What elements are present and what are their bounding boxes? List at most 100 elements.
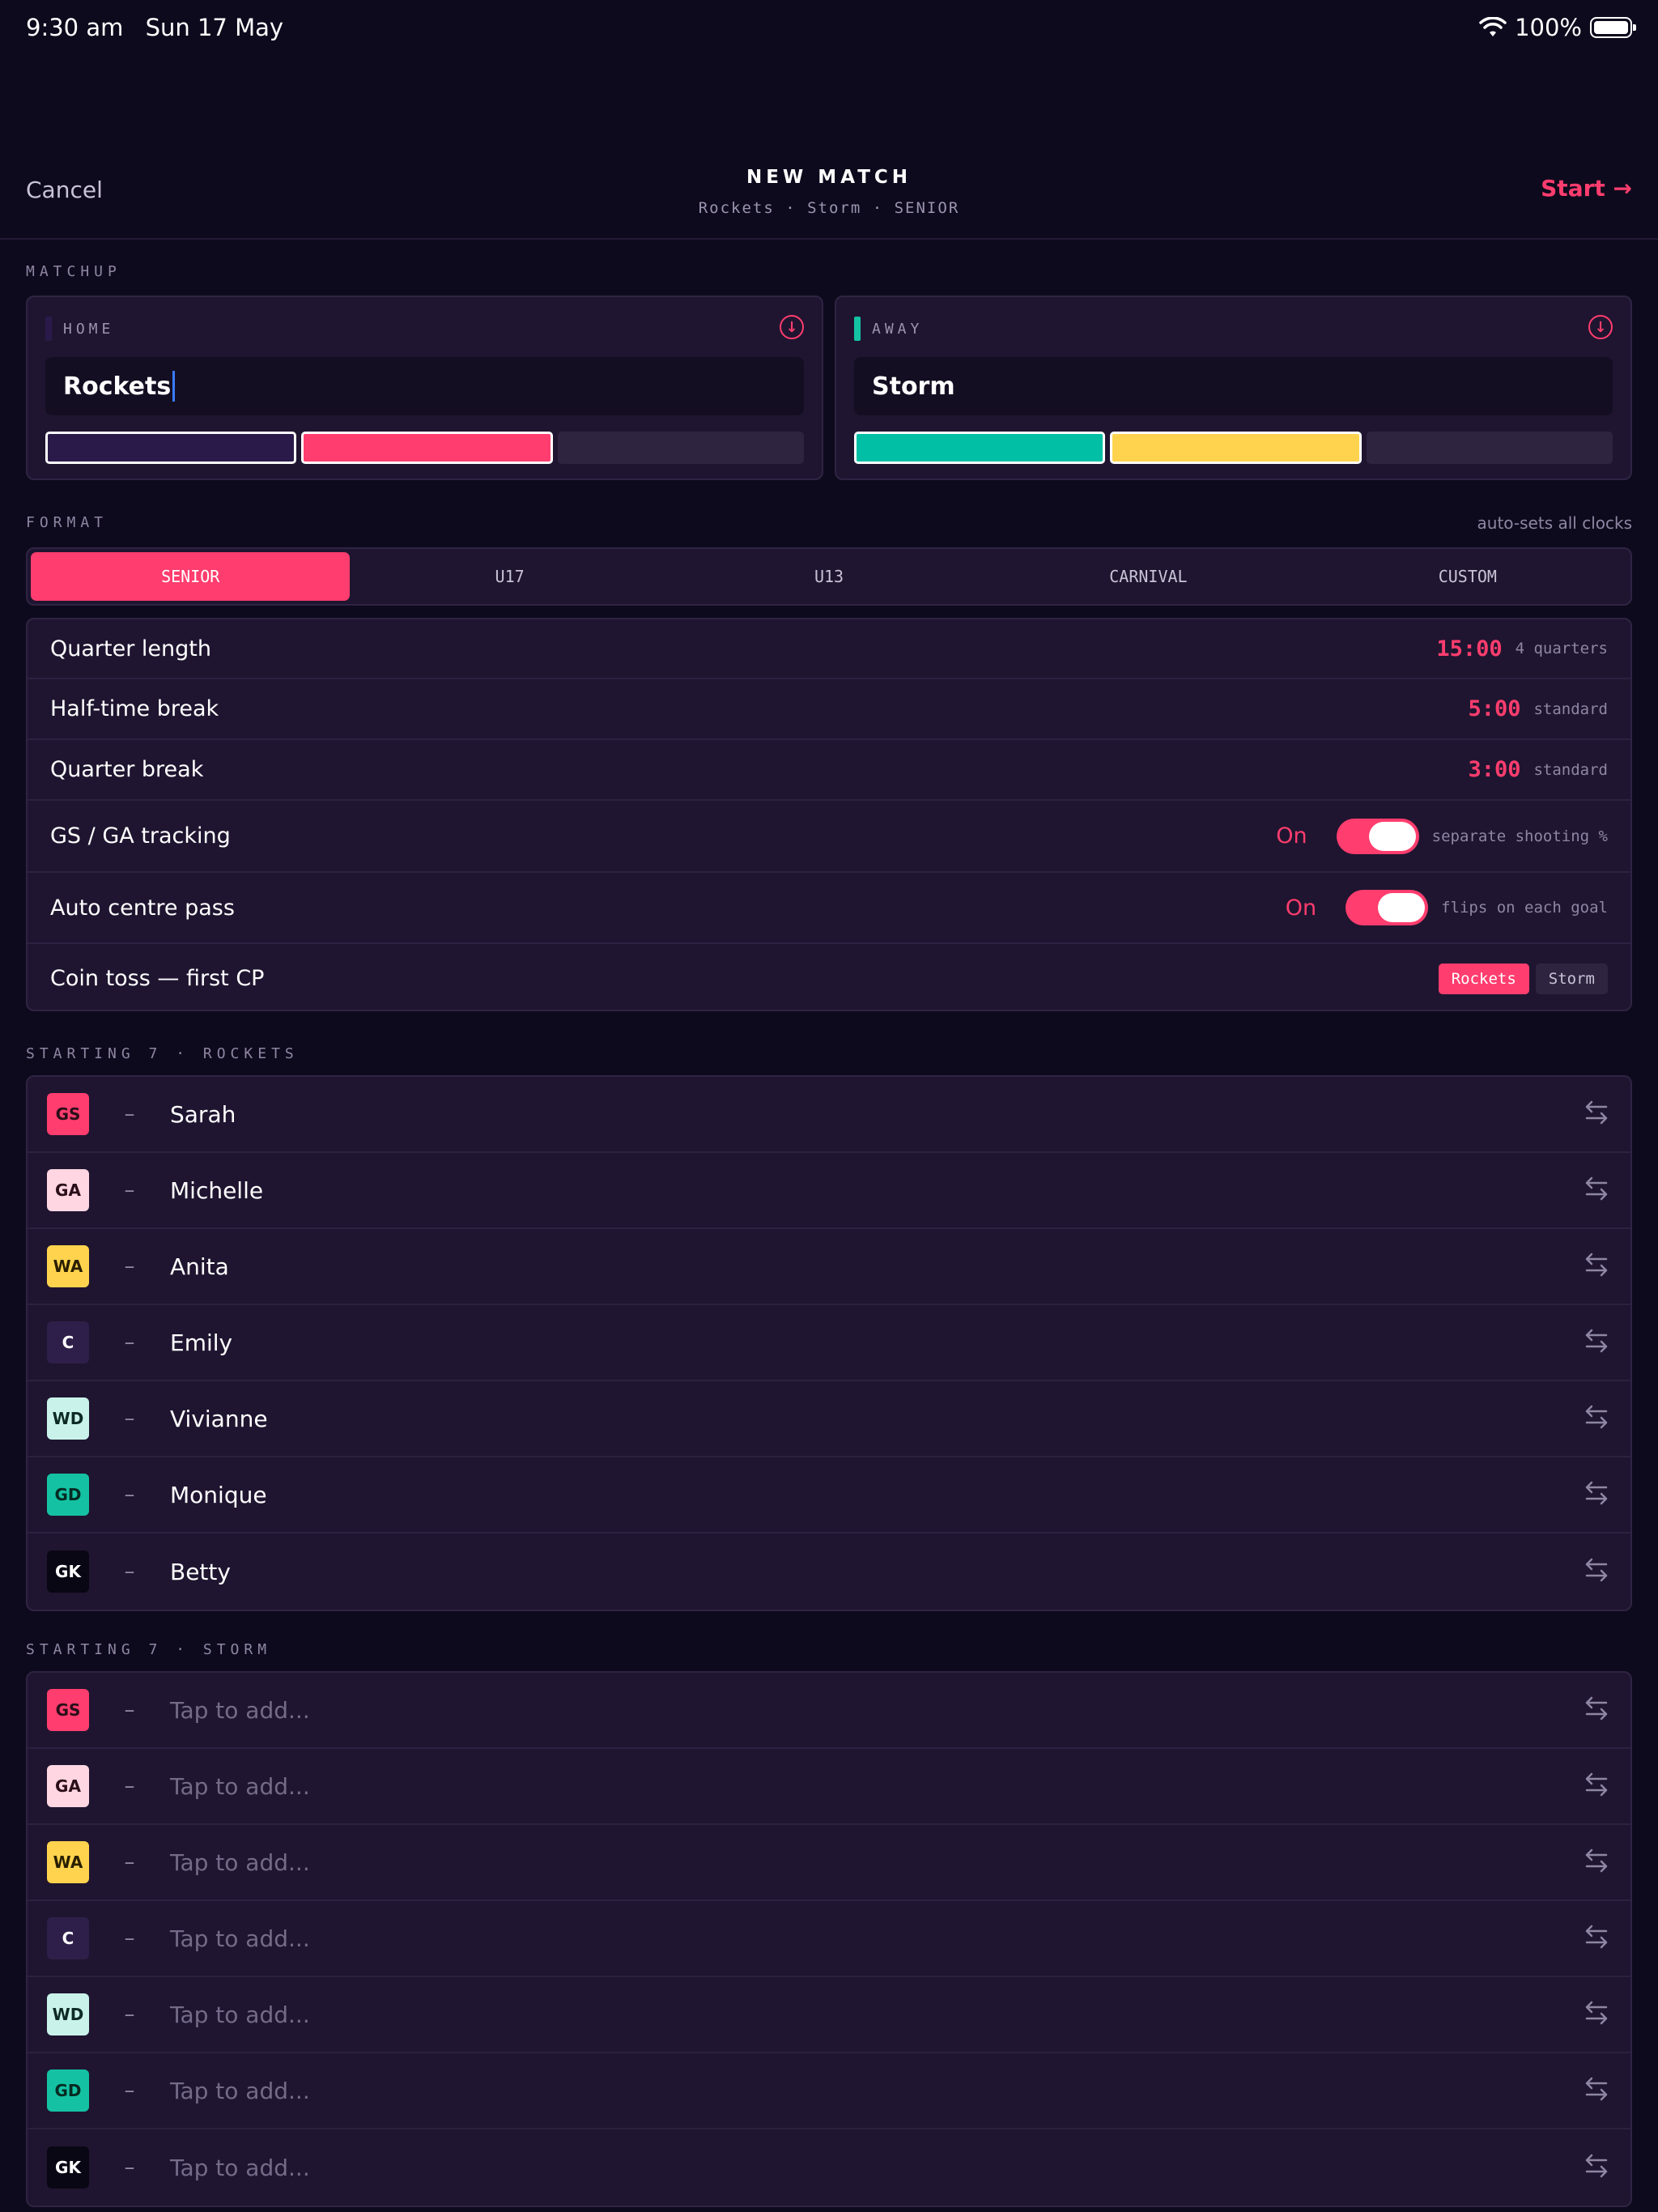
coin-toss-rockets-button[interactable]: Rockets (1438, 963, 1529, 994)
position-badge: WA (47, 1245, 89, 1287)
coin-toss-storm-button[interactable]: Storm (1535, 963, 1608, 994)
quarter-length-label: Quarter length (50, 636, 211, 661)
quarter-length-row[interactable]: Quarter length 15:00 4 quarters (28, 619, 1630, 679)
quarter-break-label: Quarter break (50, 757, 204, 782)
color-swatch[interactable] (557, 432, 804, 464)
position-badge: GD (47, 2069, 89, 2112)
home-roster: GS – Sarah GA – Michelle WA – Anita C – Emily WD – Viv… (26, 1075, 1632, 1611)
player-row[interactable]: GK – Tap to add... (28, 2129, 1630, 2206)
quarter-break-row[interactable]: Quarter break 3:00 standard (28, 740, 1630, 801)
download-icon[interactable]: ↓ (780, 315, 804, 339)
swap-button[interactable] (1582, 1326, 1611, 1359)
away-name-input[interactable]: Storm (854, 357, 1613, 415)
color-swatch[interactable] (301, 432, 553, 464)
position-badge: GA (47, 1169, 89, 1211)
format-tab-carnival[interactable]: CARNIVAL (988, 552, 1307, 601)
player-name-input[interactable]: Tap to add... (170, 1925, 1582, 1952)
color-swatch[interactable] (1110, 432, 1362, 464)
format-tab-u17[interactable]: U17 (350, 552, 669, 601)
player-name: Sarah (170, 1100, 236, 1128)
format-tab-custom[interactable]: CUSTOM (1308, 552, 1627, 601)
player-row[interactable]: C – Emily (28, 1305, 1630, 1381)
player-name-input[interactable]: Tap to add... (170, 1849, 1582, 1876)
swap-button[interactable] (1582, 1694, 1611, 1726)
swap-button[interactable] (1582, 1846, 1611, 1878)
swap-icon (1585, 1558, 1608, 1582)
format-tab-senior[interactable]: SENIOR (31, 552, 351, 601)
color-swatch[interactable] (854, 432, 1106, 464)
away-name-value: Storm (872, 372, 955, 401)
gs-ga-toggle[interactable] (1336, 818, 1419, 854)
swap-icon (1585, 1772, 1608, 1797)
player-row[interactable]: C – Tap to add... (28, 1901, 1630, 1977)
number-placeholder: – (124, 1102, 135, 1126)
position-badge: C (47, 1321, 89, 1363)
player-name-input[interactable]: Tap to add... (170, 2155, 1582, 2181)
swap-icon (1585, 1329, 1608, 1353)
position-badge: GS (47, 1689, 89, 1731)
quarter-break-note: standard (1533, 760, 1608, 779)
player-name: Monique (170, 1481, 267, 1508)
player-row[interactable]: GS – Tap to add... (28, 1673, 1630, 1749)
swap-button[interactable] (1582, 1098, 1611, 1130)
player-row[interactable]: GD – Monique (28, 1457, 1630, 1534)
player-row[interactable]: GA – Tap to add... (28, 1749, 1630, 1825)
auto-cp-toggle[interactable] (1346, 890, 1429, 925)
player-name: Betty (170, 1558, 231, 1585)
number-placeholder: – (124, 1330, 135, 1355)
auto-cp-note: flips on each goal (1441, 899, 1608, 917)
swap-icon (1585, 1253, 1608, 1277)
player-name-input[interactable]: Tap to add... (170, 1773, 1582, 1800)
swap-button[interactable] (1582, 1922, 1611, 1955)
swap-button[interactable] (1582, 2151, 1611, 2184)
swap-button[interactable] (1582, 1555, 1611, 1588)
quarter-break-value: 3:00 (1468, 757, 1521, 782)
download-icon[interactable]: ↓ (1588, 315, 1613, 339)
position-badge: WA (47, 1841, 89, 1883)
swap-icon (1585, 1481, 1608, 1505)
status-date: Sun 17 May (145, 14, 284, 41)
player-row[interactable]: GS – Sarah (28, 1077, 1630, 1153)
swap-button[interactable] (1582, 1174, 1611, 1206)
halftime-note: standard (1533, 700, 1608, 718)
swap-button[interactable] (1582, 1998, 1611, 2031)
home-name-input[interactable]: Rockets (45, 357, 804, 415)
player-name-input[interactable]: Tap to add... (170, 2078, 1582, 2104)
player-name-input[interactable]: Tap to add... (170, 1697, 1582, 1724)
swap-icon (1585, 1925, 1608, 1949)
format-tabs: SENIOR U17 U13 CARNIVAL CUSTOM (26, 547, 1632, 606)
page-title: NEW MATCH (746, 167, 912, 188)
player-row[interactable]: WD – Tap to add... (28, 1977, 1630, 2053)
battery-icon (1590, 17, 1636, 38)
wifi-icon (1479, 17, 1507, 36)
number-placeholder: – (124, 1850, 135, 1874)
settings-panel: Quarter length 15:00 4 quarters Half-tim… (26, 618, 1632, 1011)
away-color-swatches (854, 432, 1613, 464)
color-swatch[interactable] (1366, 432, 1613, 464)
format-note: auto-sets all clocks (1477, 513, 1632, 533)
gs-ga-label: GS / GA tracking (50, 823, 231, 849)
swap-button[interactable] (1582, 1250, 1611, 1283)
player-row[interactable]: GK – Betty (28, 1534, 1630, 1610)
position-badge: GA (47, 1765, 89, 1807)
swap-button[interactable] (1582, 1402, 1611, 1435)
player-row[interactable]: WD – Vivianne (28, 1381, 1630, 1457)
swap-button[interactable] (1582, 1478, 1611, 1511)
status-right: 100% (1479, 14, 1636, 41)
player-name-input[interactable]: Tap to add... (170, 2001, 1582, 2028)
nav-bar: Cancel NEW MATCH Rockets · Storm · SENIO… (0, 154, 1658, 240)
away-roster: GS – Tap to add... GA – Tap to add... WA – Tap t… (26, 1671, 1632, 2207)
player-row[interactable]: GD – Tap to add... (28, 2053, 1630, 2129)
color-swatch[interactable] (45, 432, 297, 464)
halftime-row[interactable]: Half-time break 5:00 standard (28, 679, 1630, 740)
player-row[interactable]: WA – Tap to add... (28, 1825, 1630, 1901)
format-tab-u13[interactable]: U13 (670, 552, 988, 601)
swap-button[interactable] (1582, 1770, 1611, 1802)
position-badge: GK (47, 2146, 89, 2189)
number-placeholder: – (124, 1698, 135, 1722)
start-button[interactable]: Start → (1541, 175, 1632, 202)
player-row[interactable]: WA – Anita (28, 1229, 1630, 1305)
swap-button[interactable] (1582, 2074, 1611, 2107)
status-bar: 9:30 am Sun 17 May 100% (26, 11, 1636, 44)
player-row[interactable]: GA – Michelle (28, 1153, 1630, 1229)
